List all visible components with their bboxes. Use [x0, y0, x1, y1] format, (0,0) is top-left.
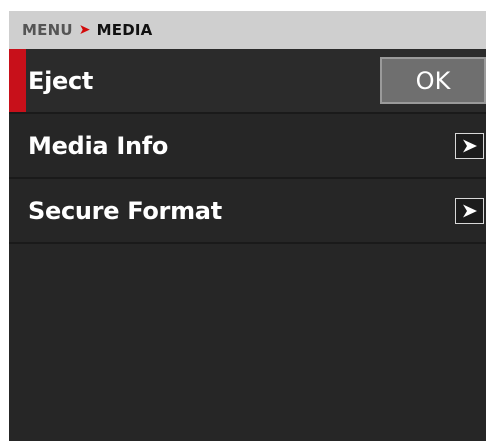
breadcrumb-separator-icon: ➤: [78, 22, 91, 38]
breadcrumb-current: MEDIA: [96, 21, 153, 39]
secure-format-open-button[interactable]: [455, 197, 484, 224]
menu-item-label: Secure Format: [28, 196, 222, 225]
menu-item-media-info[interactable]: Media Info: [9, 114, 486, 179]
media-menu-screen: MENU ➤ MEDIA Eject OK Media Info Secure …: [9, 11, 486, 441]
selection-marker: [9, 49, 26, 112]
chevron-right-icon: [462, 139, 477, 152]
menu-item-label: Media Info: [28, 131, 169, 160]
chevron-right-icon: [462, 204, 477, 217]
breadcrumb: MENU ➤ MEDIA: [9, 11, 486, 49]
menu-list: Eject OK Media Info Secure Format: [9, 49, 486, 244]
eject-ok-button[interactable]: OK: [380, 57, 486, 104]
breadcrumb-root[interactable]: MENU: [22, 21, 73, 39]
menu-item-eject[interactable]: Eject OK: [9, 49, 486, 114]
media-info-open-button[interactable]: [455, 132, 484, 159]
menu-item-secure-format[interactable]: Secure Format: [9, 179, 486, 244]
